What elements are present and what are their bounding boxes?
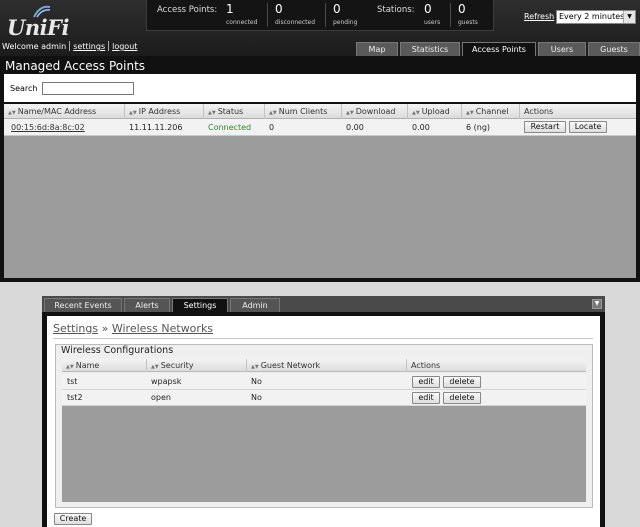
table-empty-area xyxy=(62,406,586,502)
ap-mac-link[interactable]: 00:15:6d:8a:8c:02 xyxy=(11,119,85,136)
breadcrumb: Settings » Wireless Networks xyxy=(53,322,213,335)
divider xyxy=(53,338,593,339)
col-name[interactable]: ▲▼ Name xyxy=(62,359,146,372)
wireless-table-header: ▲▼ Name ▲▼ Security ▲▼ Guest Network Action… xyxy=(62,359,586,372)
create-button[interactable]: Create xyxy=(54,513,92,525)
tab-admin[interactable]: Admin xyxy=(230,298,280,312)
tab-users[interactable]: Users xyxy=(538,42,586,56)
table-header: ▲▼ Name/MAC Address ▲▼ IP Address ▲▼ Status… xyxy=(4,104,636,119)
breadcrumb-settings[interactable]: Settings xyxy=(53,322,98,335)
access-points-table: ▲▼ Name/MAC Address ▲▼ IP Address ▲▼ Status… xyxy=(4,104,636,278)
wlan-guest: No xyxy=(251,393,262,402)
refresh-link[interactable]: Refresh xyxy=(524,12,554,21)
col-security[interactable]: ▲▼ Security xyxy=(146,359,246,372)
stats-bar: Access Points: 1 connected 0 disconnecte… xyxy=(146,0,494,31)
sort-arrows-icon: ▲▼ xyxy=(208,110,216,116)
col-ip[interactable]: ▲▼ IP Address xyxy=(124,104,203,119)
access-points-label: Access Points: xyxy=(157,5,218,15)
edit-button[interactable]: edit xyxy=(412,376,440,388)
tab-alerts[interactable]: Alerts xyxy=(124,298,170,312)
ap-channel: 6 (ng) xyxy=(466,123,491,132)
divider xyxy=(267,3,268,27)
ap-ip: 11.11.11.206 xyxy=(129,123,183,132)
col-actions: Actions xyxy=(406,359,586,372)
tab-recent-events[interactable]: Recent Events xyxy=(44,298,122,312)
delete-button[interactable]: delete xyxy=(443,376,481,388)
wlan-security: wpapsk xyxy=(151,377,182,386)
tab-settings[interactable]: Settings xyxy=(172,298,228,312)
wlan-guest: No xyxy=(251,377,262,386)
col-name[interactable]: ▲▼ Name/MAC Address xyxy=(4,104,124,119)
sort-arrows-icon: ▲▼ xyxy=(129,110,137,116)
search-bar: Search xyxy=(4,74,636,102)
settings-link[interactable]: settings xyxy=(73,42,105,51)
sort-arrows-icon: ▲▼ xyxy=(66,364,74,370)
wlan-security: open xyxy=(151,393,171,402)
ap-download: 0.00 xyxy=(346,123,364,132)
sort-arrows-icon: ▲▼ xyxy=(251,364,259,370)
col-channel[interactable]: ▲▼ Channel xyxy=(461,104,519,119)
tab-statistics[interactable]: Statistics xyxy=(400,42,460,56)
wlan-name: tst xyxy=(67,377,78,386)
sort-arrows-icon: ▲▼ xyxy=(412,110,420,116)
col-actions: Actions xyxy=(519,104,636,119)
tab-map[interactable]: Map xyxy=(356,42,398,56)
logo-text: UniFi xyxy=(7,15,69,40)
table-row: tst wpapsk No edit delete xyxy=(62,374,586,390)
sort-arrows-icon: ▲▼ xyxy=(269,110,277,116)
unifi-logo: UniFi xyxy=(4,5,69,40)
edit-button[interactable]: edit xyxy=(412,392,440,404)
divider xyxy=(325,3,326,27)
sort-arrows-icon: ▲▼ xyxy=(466,110,474,116)
collapse-icon[interactable]: ▼ xyxy=(592,299,602,309)
divider xyxy=(450,3,451,27)
welcome-text: Welcome admin xyxy=(2,42,67,51)
col-upload[interactable]: ▲▼ Upload xyxy=(407,104,461,119)
tab-access-points[interactable]: Access Points xyxy=(462,42,536,56)
refresh-interval-select[interactable]: Every 2 minutes ▼ xyxy=(556,10,636,24)
col-clients[interactable]: ▲▼ Num Clients xyxy=(264,104,341,119)
stations-label: Stations: xyxy=(377,5,415,15)
table-row: 00:15:6d:8a:8c:02 11.11.11.206 Connected… xyxy=(4,119,636,136)
col-status[interactable]: ▲▼ Status xyxy=(203,104,264,119)
user-bar: Welcome admin settings logout xyxy=(2,41,137,51)
breadcrumb-wireless-networks[interactable]: Wireless Networks xyxy=(112,322,213,335)
delete-button[interactable]: delete xyxy=(443,392,481,404)
table-row: tst2 open No edit delete xyxy=(62,390,586,406)
locate-button[interactable]: Locate xyxy=(569,121,607,133)
ap-status: Connected xyxy=(208,123,252,132)
chevron-down-icon: ▼ xyxy=(623,11,635,23)
sort-arrows-icon: ▲▼ xyxy=(151,364,159,370)
sort-arrows-icon: ▲▼ xyxy=(346,110,354,116)
sort-arrows-icon: ▲▼ xyxy=(8,110,16,116)
wlan-name: tst2 xyxy=(67,393,83,402)
logout-link[interactable]: logout xyxy=(112,42,137,51)
breadcrumb-separator: » xyxy=(98,322,112,335)
col-guest-network[interactable]: ▲▼ Guest Network xyxy=(246,359,406,372)
restart-button[interactable]: Restart xyxy=(524,121,566,133)
col-download[interactable]: ▲▼ Download xyxy=(341,104,407,119)
section-title: Wireless Configurations xyxy=(60,345,175,356)
ap-upload: 0.00 xyxy=(412,123,430,132)
tab-guests[interactable]: Guests xyxy=(588,42,640,56)
search-input[interactable] xyxy=(42,82,134,95)
panel-title: Managed Access Points xyxy=(5,59,146,73)
ap-clients: 0 xyxy=(269,123,275,132)
search-label: Search xyxy=(10,84,38,93)
